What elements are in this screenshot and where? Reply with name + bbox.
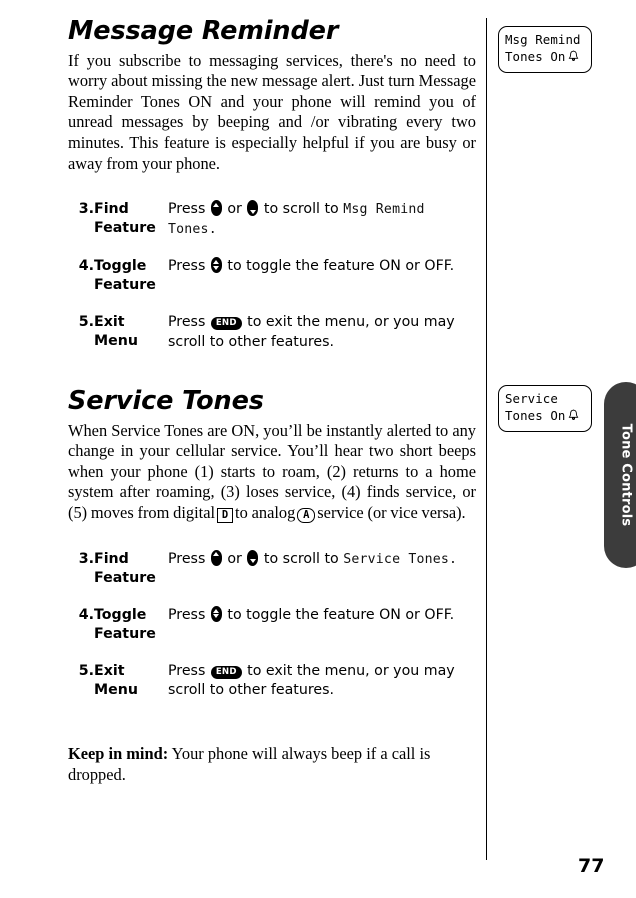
volume-up-down-key-icon[interactable] [210,605,222,622]
digital-indicator-icon: D [217,508,234,523]
step-instruction: Press END to exit the menu, or you may s… [168,313,476,352]
step-number: 3. [78,201,94,218]
display-line-2-text: Tones On [505,49,566,64]
step-instruction: Press END to exit the menu, or you may s… [168,662,476,701]
page-number: 77 [578,855,605,877]
step-text-before: Press [168,258,206,275]
table-row: 5. Exit Menu Press END to exit the menu,… [68,313,476,352]
up-key-icon[interactable] [210,200,222,217]
step-label-line1: Exit [94,314,125,331]
table-row: 3. Find Feature Press or to scroll to Se… [68,549,476,588]
column-divider-rule [486,18,487,860]
step-label-line2: Menu [94,333,138,350]
step-label: Find Feature [94,550,168,588]
intro-paragraph-message-reminder: If you subscribe to messaging services, … [68,50,476,173]
table-row: 4. Toggle Feature Press to toggle the fe… [68,257,476,295]
down-key-icon[interactable] [247,549,259,566]
phone-display-callout-service-tones: Service Tones On [498,385,592,432]
display-line-2-text: Tones On [505,408,566,423]
step-label-line2: Feature [94,569,156,586]
volume-up-down-key-icon[interactable] [210,257,222,274]
end-key-icon[interactable]: END [210,317,242,331]
up-key-icon[interactable] [210,549,222,566]
step-label: Toggle Feature [94,606,168,644]
table-row: 4. Toggle Feature Press to toggle the fe… [68,605,476,644]
steps-table-message-reminder: 3. Find Feature Press or to scroll to Ms… [68,200,476,352]
step-number: 3. [78,550,94,567]
intro-paragraph-part3: service (or vice versa). [317,503,466,522]
step-text-after: to scroll to [263,550,339,567]
step-number: 4. [78,606,94,623]
table-row: 5. Exit Menu Press END to exit the menu,… [68,662,476,701]
step-label-line1: Find [94,201,129,218]
intro-paragraph-part2: to analog [235,503,296,522]
step-label-line1: Exit [94,662,125,679]
table-row: 3. Find Feature Press or to scroll to Ms… [68,200,476,239]
step-text-after: to toggle the feature ON or OFF. [227,606,455,623]
step-instruction: Press to toggle the feature ON or OFF. [168,257,476,295]
chapter-thumb-tab-label: Tone Controls [618,423,634,527]
step-text-before: Press [168,201,206,218]
row-spacer [68,588,476,606]
manual-page: Message Reminder If you subscribe to mes… [0,0,636,898]
step-text-mid: or [227,201,242,218]
keep-in-mind-lead: Keep in mind: [68,743,169,763]
main-text-column: Message Reminder If you subscribe to mes… [68,16,476,801]
keep-in-mind-note: Keep in mind: Your phone will always bee… [68,743,476,785]
row-spacer [68,644,476,662]
chapter-thumb-tab: Tone Controls [604,382,636,568]
step-label: Find Feature [94,200,168,239]
page-title-message-reminder: Message Reminder [68,16,339,46]
step-text-before: Press [168,606,206,623]
row-spacer [68,239,476,257]
step-label-line1: Toggle [94,606,147,623]
intro-paragraph-service-tones: When Service Tones are ON, you’ll be ins… [68,421,476,524]
analog-indicator-icon: A [297,508,316,523]
display-line-2: Tones On [505,407,591,424]
steps-table-service-tones: 3. Find Feature Press or to scroll to Se… [68,549,476,701]
bell-icon [568,409,579,423]
step-label-line2: Feature [94,625,156,642]
row-spacer [68,295,476,313]
step-text-after: to exit the menu, or you may scroll to o… [168,662,455,699]
down-key-icon[interactable] [247,200,259,217]
step-text-after: to scroll to [263,201,339,218]
step-text-before: Press [168,662,206,679]
display-line-2: Tones On [505,48,591,65]
step-instruction: Press or to scroll to Service Tones. [168,549,476,588]
step-instruction: Press to toggle the feature ON or OFF. [168,605,476,644]
lcd-menu-value: Service Tones. [343,551,458,567]
step-text-mid: or [227,550,242,567]
end-key-icon[interactable]: END [210,665,242,679]
display-line-1: Service [505,391,558,406]
step-instruction: Press or to scroll to Msg Remind Tones. [168,200,476,239]
step-text-before: Press [168,314,206,331]
step-label: Exit Menu [94,662,168,701]
step-label-line1: Find [94,550,129,567]
step-label: Toggle Feature [94,257,168,295]
step-label-line2: Feature [94,277,156,294]
page-title-service-tones: Service Tones [68,386,264,417]
bell-icon [568,50,579,64]
step-number: 5. [78,662,94,679]
step-number: 4. [78,258,94,275]
step-label: Exit Menu [94,313,168,352]
step-number: 5. [78,314,94,331]
step-label-line1: Toggle [94,258,147,275]
step-label-line2: Feature [94,220,156,237]
step-text-after: to toggle the feature ON or OFF. [227,258,455,275]
step-text-before: Press [168,550,206,567]
phone-display-callout-message-reminder: Msg Remind Tones On [498,26,592,73]
display-line-1: Msg Remind [505,32,581,47]
step-label-line2: Menu [94,681,138,698]
